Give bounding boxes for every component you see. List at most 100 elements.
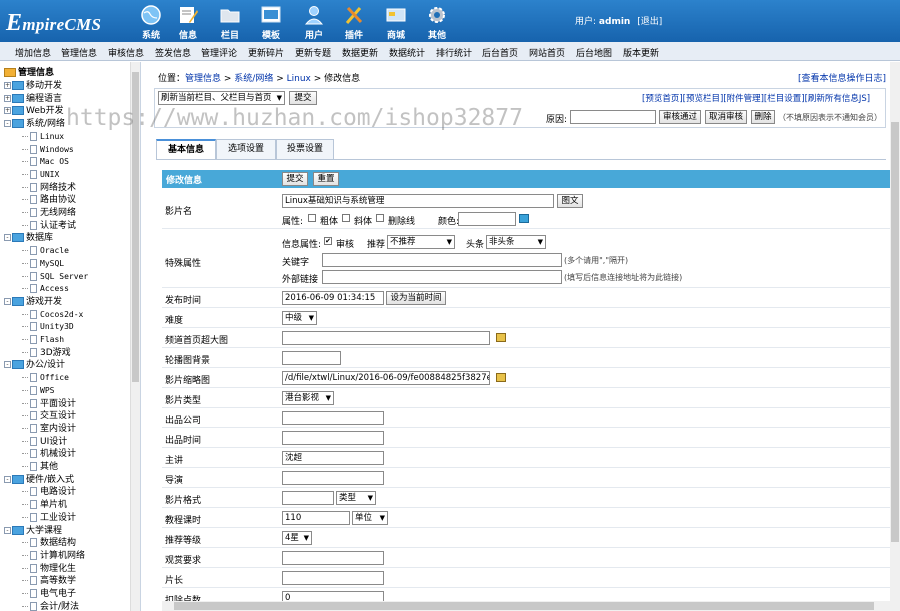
strike-checkbox[interactable] — [376, 214, 384, 222]
submenu-site-home[interactable]: 网站首页 — [529, 46, 565, 59]
collapse-icon[interactable]: - — [4, 120, 11, 128]
empirecms-logo[interactable]: EmpireCMS — [6, 10, 101, 37]
tree-subcategory[interactable]: 数据结构 — [22, 537, 76, 549]
submenu-manage-info[interactable]: 管理信息 — [61, 46, 97, 59]
tree-subcategory[interactable]: Mac OS — [22, 156, 69, 168]
tree-subcategory[interactable]: 认证考试 — [22, 220, 76, 232]
unit-select[interactable]: 单位 ▼ — [352, 511, 388, 525]
tree-subcategory[interactable]: 交互设计 — [22, 410, 76, 422]
italic-checkbox[interactable] — [342, 214, 350, 222]
thumbnail-input[interactable]: /d/file/xtwl/Linux/2016-06-09/fe00884825… — [282, 371, 490, 385]
director-input[interactable] — [282, 471, 384, 485]
submenu-version-update[interactable]: 版本更新 — [623, 46, 659, 59]
tree-subcategory[interactable]: 高等数学 — [22, 575, 76, 587]
refresh-select[interactable]: 刷新当前栏目、父栏目与首页 ▼ — [158, 91, 285, 105]
image-picker-icon[interactable] — [496, 333, 506, 342]
tree-subcategory[interactable]: MySQL — [22, 258, 64, 270]
tree-subcategory[interactable]: Unity3D — [22, 321, 74, 333]
tree-subcategory[interactable]: 室内设计 — [22, 423, 76, 435]
collapse-icon[interactable]: - — [4, 361, 11, 369]
image-picker-icon[interactable] — [496, 373, 506, 382]
tree-category[interactable]: + 编程语言 — [4, 93, 62, 105]
crumb-manage-info[interactable]: 管理信息 — [185, 74, 221, 84]
length-input[interactable] — [282, 571, 384, 585]
format-input[interactable] — [282, 491, 334, 505]
view-log-link[interactable]: [查看本信息操作日志] — [798, 71, 886, 84]
submenu-data-update[interactable]: 数据更新 — [342, 46, 378, 59]
type-select[interactable]: 港台影视 ▼ — [282, 391, 334, 405]
hours-input[interactable]: 110 — [282, 511, 350, 525]
date-input[interactable] — [282, 431, 384, 445]
bigpic-input[interactable] — [282, 331, 490, 345]
review-pass-button[interactable]: 审核通过 — [659, 110, 701, 124]
collapse-icon[interactable]: - — [4, 475, 11, 483]
nav-column[interactable]: 栏目 — [210, 0, 250, 42]
submenu-manage-comment[interactable]: 管理评论 — [201, 46, 237, 59]
submenu-admin-map[interactable]: 后台地图 — [576, 46, 612, 59]
keyword-input[interactable] — [322, 253, 562, 267]
carousel-bg-input[interactable] — [282, 351, 341, 365]
review-checkbox-checked[interactable]: ✔ — [324, 237, 332, 245]
tree-category[interactable]: - 数据库 — [4, 232, 53, 244]
tree-scrollbar[interactable] — [130, 62, 140, 611]
tree-subcategory[interactable]: 机械设计 — [22, 448, 76, 460]
tree-category[interactable]: - 游戏开发 — [4, 296, 62, 308]
difficulty-select[interactable]: 中级 ▼ — [282, 311, 317, 325]
crumb-subcategory[interactable]: Linux — [287, 74, 311, 84]
link-refresh-js[interactable]: [刷新所有信息JS] — [805, 94, 871, 104]
tree-root[interactable]: 管理信息 — [4, 67, 54, 79]
link-attachment[interactable]: [附件管理] — [723, 94, 764, 104]
cancel-review-button[interactable]: 取消审核 — [705, 110, 747, 124]
tree-scrollbar-thumb[interactable] — [132, 72, 139, 382]
nav-user[interactable]: 用户 — [294, 0, 334, 42]
form-reset-button[interactable]: 重置 — [313, 172, 339, 186]
tree-category[interactable]: - 硬件/嵌入式 — [4, 474, 74, 486]
collapse-icon[interactable]: - — [4, 234, 11, 242]
tree-category[interactable]: + Web开发 — [4, 105, 64, 117]
expand-icon[interactable]: + — [4, 107, 11, 115]
title-image-button[interactable]: 图文 — [557, 194, 583, 208]
nav-template[interactable]: 模板 — [251, 0, 291, 42]
level-select[interactable]: 4星 ▼ — [282, 531, 312, 545]
reason-input[interactable] — [570, 110, 656, 124]
format-select[interactable]: 类型 ▼ — [336, 491, 376, 505]
tree-subcategory[interactable]: 工业设计 — [22, 512, 76, 524]
tree-subcategory[interactable]: UI设计 — [22, 436, 67, 448]
submenu-add-info[interactable]: 增加信息 — [15, 46, 51, 59]
delete-button[interactable]: 删除 — [751, 110, 775, 124]
tree-subcategory[interactable]: Cocos2d-x — [22, 309, 83, 321]
tree-subcategory[interactable]: 物理化生 — [22, 563, 76, 575]
set-current-time-button[interactable]: 设为当前时间 — [386, 291, 446, 305]
main-scrollbar-thumb[interactable] — [891, 122, 899, 542]
headline-select[interactable]: 非头条 ▼ — [486, 235, 546, 249]
tab-options[interactable]: 选项设置 — [216, 139, 276, 159]
link-preview-column[interactable]: [预览栏目] — [683, 94, 724, 104]
submenu-update-fragment[interactable]: 更新碎片 — [248, 46, 284, 59]
tree-category[interactable]: + 移动开发 — [4, 80, 62, 92]
tab-basic-info[interactable]: 基本信息 — [156, 139, 216, 159]
submenu-admin-home[interactable]: 后台首页 — [482, 46, 518, 59]
submenu-data-stats[interactable]: 数据统计 — [389, 46, 425, 59]
tree-subcategory[interactable]: Windows — [22, 144, 74, 156]
tree-subcategory[interactable]: 会计/财法 — [22, 601, 79, 611]
tree-subcategory[interactable]: 单片机 — [22, 499, 67, 511]
tree-subcategory[interactable]: Oracle — [22, 245, 69, 257]
nav-system[interactable]: 系统 — [131, 0, 171, 42]
nav-other[interactable]: 其他 — [417, 0, 457, 42]
extlink-input[interactable] — [322, 270, 562, 284]
tree-category[interactable]: - 大学课程 — [4, 525, 62, 537]
tree-subcategory[interactable]: 网络技术 — [22, 182, 76, 194]
tree-category[interactable]: - 办公/设计 — [4, 359, 65, 371]
tree-subcategory[interactable]: 平面设计 — [22, 398, 76, 410]
tree-subcategory[interactable]: 3D游戏 — [22, 347, 71, 359]
nav-shop[interactable]: 商城 — [376, 0, 416, 42]
recommend-select[interactable]: 不推荐 ▼ — [387, 235, 455, 249]
tree-subcategory[interactable]: 无线网络 — [22, 207, 76, 219]
color-picker-icon[interactable] — [519, 214, 529, 223]
bold-checkbox[interactable] — [308, 214, 316, 222]
horizontal-scrollbar-thumb[interactable] — [174, 602, 874, 610]
tree-category[interactable]: - 系统/网络 — [4, 118, 65, 130]
crumb-category[interactable]: 系统/网络 — [234, 74, 273, 84]
tab-vote[interactable]: 投票设置 — [276, 139, 334, 159]
expand-icon[interactable]: + — [4, 94, 11, 102]
